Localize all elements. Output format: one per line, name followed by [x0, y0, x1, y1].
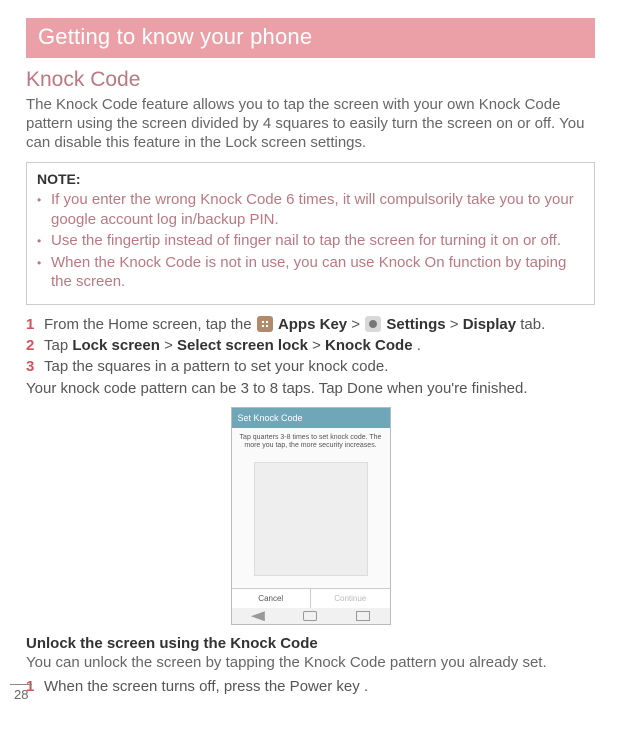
- bullet-icon: •: [37, 253, 51, 292]
- note-label: NOTE:: [37, 171, 584, 187]
- cancel-button[interactable]: Cancel: [232, 589, 312, 608]
- apps-key-icon: [257, 316, 273, 332]
- back-icon[interactable]: [251, 611, 265, 621]
- separator: >: [450, 316, 463, 333]
- text-fragment: tab.: [520, 316, 545, 333]
- separator: >: [164, 337, 177, 354]
- home-icon[interactable]: [303, 611, 317, 621]
- continue-button[interactable]: Continue: [311, 589, 390, 608]
- section-title-knock-code: Knock Code: [26, 68, 595, 92]
- note-item: • When the Knock Code is not in use, you…: [37, 253, 584, 292]
- step-number: 3: [26, 357, 44, 377]
- subsection-title-unlock: Unlock the screen using the Knock Code: [26, 635, 595, 652]
- settings-label: Settings: [386, 316, 445, 333]
- knock-code-grid[interactable]: [254, 462, 368, 576]
- device-hint-text: Tap quarters 3-8 times to set knock code…: [232, 428, 390, 455]
- separator: >: [351, 316, 364, 333]
- step-number: 1: [26, 315, 44, 335]
- note-text: When the Knock Code is not in use, you c…: [51, 253, 584, 292]
- after-steps-note: Your knock code pattern can be 3 to 8 ta…: [26, 380, 595, 397]
- recent-apps-icon[interactable]: [356, 611, 370, 621]
- separator: >: [312, 337, 325, 354]
- subsection-text: You can unlock the screen by tapping the…: [26, 654, 595, 673]
- step-number: 2: [26, 336, 44, 356]
- page-number: 28: [10, 684, 32, 702]
- lock-screen-label: Lock screen: [72, 337, 160, 354]
- text-fragment: From the Home screen, tap the: [44, 316, 256, 333]
- apps-key-label: Apps Key: [278, 316, 347, 333]
- bullet-icon: •: [37, 231, 51, 251]
- chapter-header: Getting to know your phone: [26, 18, 595, 58]
- step-2: 2 Tap Lock screen > Select screen lock >…: [26, 336, 595, 356]
- note-box: NOTE: • If you enter the wrong Knock Cod…: [26, 162, 595, 305]
- intro-paragraph: The Knock Code feature allows you to tap…: [26, 96, 595, 152]
- knock-code-label: Knock Code: [325, 337, 413, 354]
- substep-1: 1 When the screen turns off, press the P…: [26, 677, 595, 697]
- device-grid-wrap: [232, 454, 390, 588]
- step-text: From the Home screen, tap the Apps Key >…: [44, 315, 595, 335]
- device-navbar: [232, 608, 390, 624]
- device-titlebar: Set Knock Code: [232, 408, 390, 428]
- note-text: If you enter the wrong Knock Code 6 time…: [51, 190, 584, 229]
- step-1: 1 From the Home screen, tap the Apps Key…: [26, 315, 595, 335]
- grid-quadrant-2[interactable]: [311, 463, 367, 519]
- select-screen-lock-label: Select screen lock: [177, 337, 308, 354]
- grid-quadrant-1[interactable]: [255, 463, 311, 519]
- grid-quadrant-3[interactable]: [255, 519, 311, 575]
- note-item: • If you enter the wrong Knock Code 6 ti…: [37, 190, 584, 229]
- step-3: 3 Tap the squares in a pattern to set yo…: [26, 357, 595, 377]
- manual-page: Getting to know your phone Knock Code Th…: [0, 0, 621, 706]
- note-item: • Use the fingertip instead of finger na…: [37, 231, 584, 251]
- note-text: Use the fingertip instead of finger nail…: [51, 231, 584, 251]
- display-tab-label: Display: [463, 316, 516, 333]
- step-text: Tap the squares in a pattern to set your…: [44, 357, 595, 377]
- device-button-row: Cancel Continue: [232, 588, 390, 608]
- text-fragment: Tap: [44, 337, 72, 354]
- device-screenshot: Set Knock Code Tap quarters 3-8 times to…: [231, 407, 391, 626]
- text-fragment: .: [417, 337, 421, 354]
- bullet-icon: •: [37, 190, 51, 229]
- step-text: When the screen turns off, press the Pow…: [44, 677, 595, 697]
- step-text: Tap Lock screen > Select screen lock > K…: [44, 336, 595, 356]
- settings-icon: [365, 316, 381, 332]
- grid-quadrant-4[interactable]: [311, 519, 367, 575]
